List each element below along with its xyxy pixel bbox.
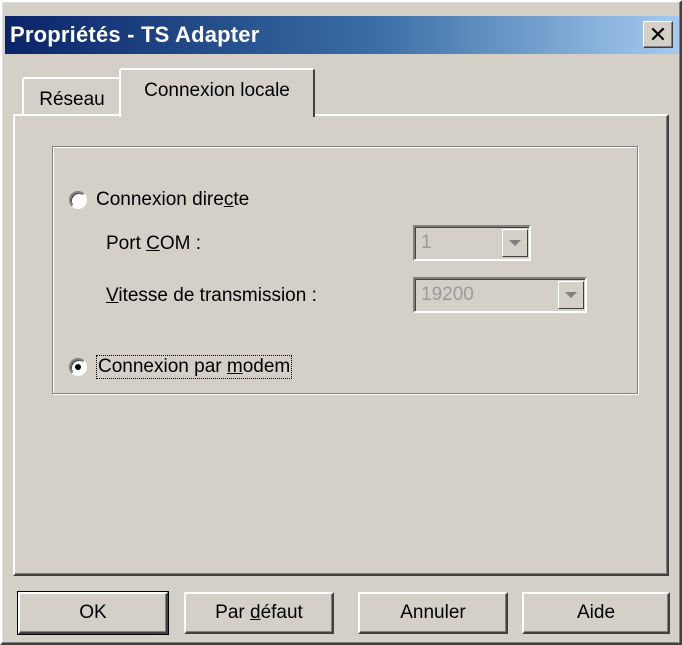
connection-groupbox: Connexion directe Port COM : 1 Vitesse d… (52, 146, 638, 394)
radio-direct-label: Connexion directe (96, 189, 250, 210)
radio-modem-label: Connexion par modem (96, 355, 293, 379)
tab-reseau[interactable]: Réseau (22, 77, 122, 117)
baud-rate-value: 19200 (421, 284, 474, 305)
close-icon: ✕ (648, 21, 668, 47)
tab-panel-connexion-locale: Connexion directe Port COM : 1 Vitesse d… (13, 114, 669, 576)
radio-modem-connection[interactable]: Connexion par modem (69, 355, 293, 379)
tab-connexion-locale-label: Connexion locale (144, 79, 290, 101)
radio-direct-button[interactable] (69, 191, 87, 209)
port-com-select[interactable]: 1 (413, 225, 531, 261)
baud-rate-label: Vitesse de transmission : (106, 285, 317, 306)
tab-reseau-label: Réseau (39, 89, 105, 110)
port-com-value: 1 (421, 232, 432, 253)
radio-direct-connection[interactable]: Connexion directe (69, 189, 249, 211)
tab-connexion-locale[interactable]: Connexion locale (119, 68, 315, 117)
help-button[interactable]: Aide (522, 592, 670, 634)
cancel-button-label: Annuler (400, 602, 466, 623)
chevron-down-icon[interactable] (558, 281, 584, 309)
chevron-down-icon[interactable] (502, 229, 528, 257)
cancel-button[interactable]: Annuler (358, 592, 508, 634)
default-button[interactable]: Par défaut (184, 592, 334, 634)
default-button-label: Par défaut (215, 602, 303, 623)
radio-modem-button[interactable] (69, 358, 87, 376)
window-title: Propriétés - TS Adapter (10, 22, 260, 47)
ok-button[interactable]: OK (17, 591, 169, 635)
ok-button-label: OK (79, 602, 107, 623)
baud-rate-select[interactable]: 19200 (413, 277, 587, 313)
title-bar[interactable]: Propriétés - TS Adapter ✕ (5, 16, 679, 54)
port-com-label: Port COM : (106, 233, 202, 254)
properties-dialog: Propriétés - TS Adapter ✕ Réseau Connexi… (0, 0, 682, 645)
close-button[interactable]: ✕ (643, 21, 673, 48)
help-button-label: Aide (576, 602, 616, 623)
